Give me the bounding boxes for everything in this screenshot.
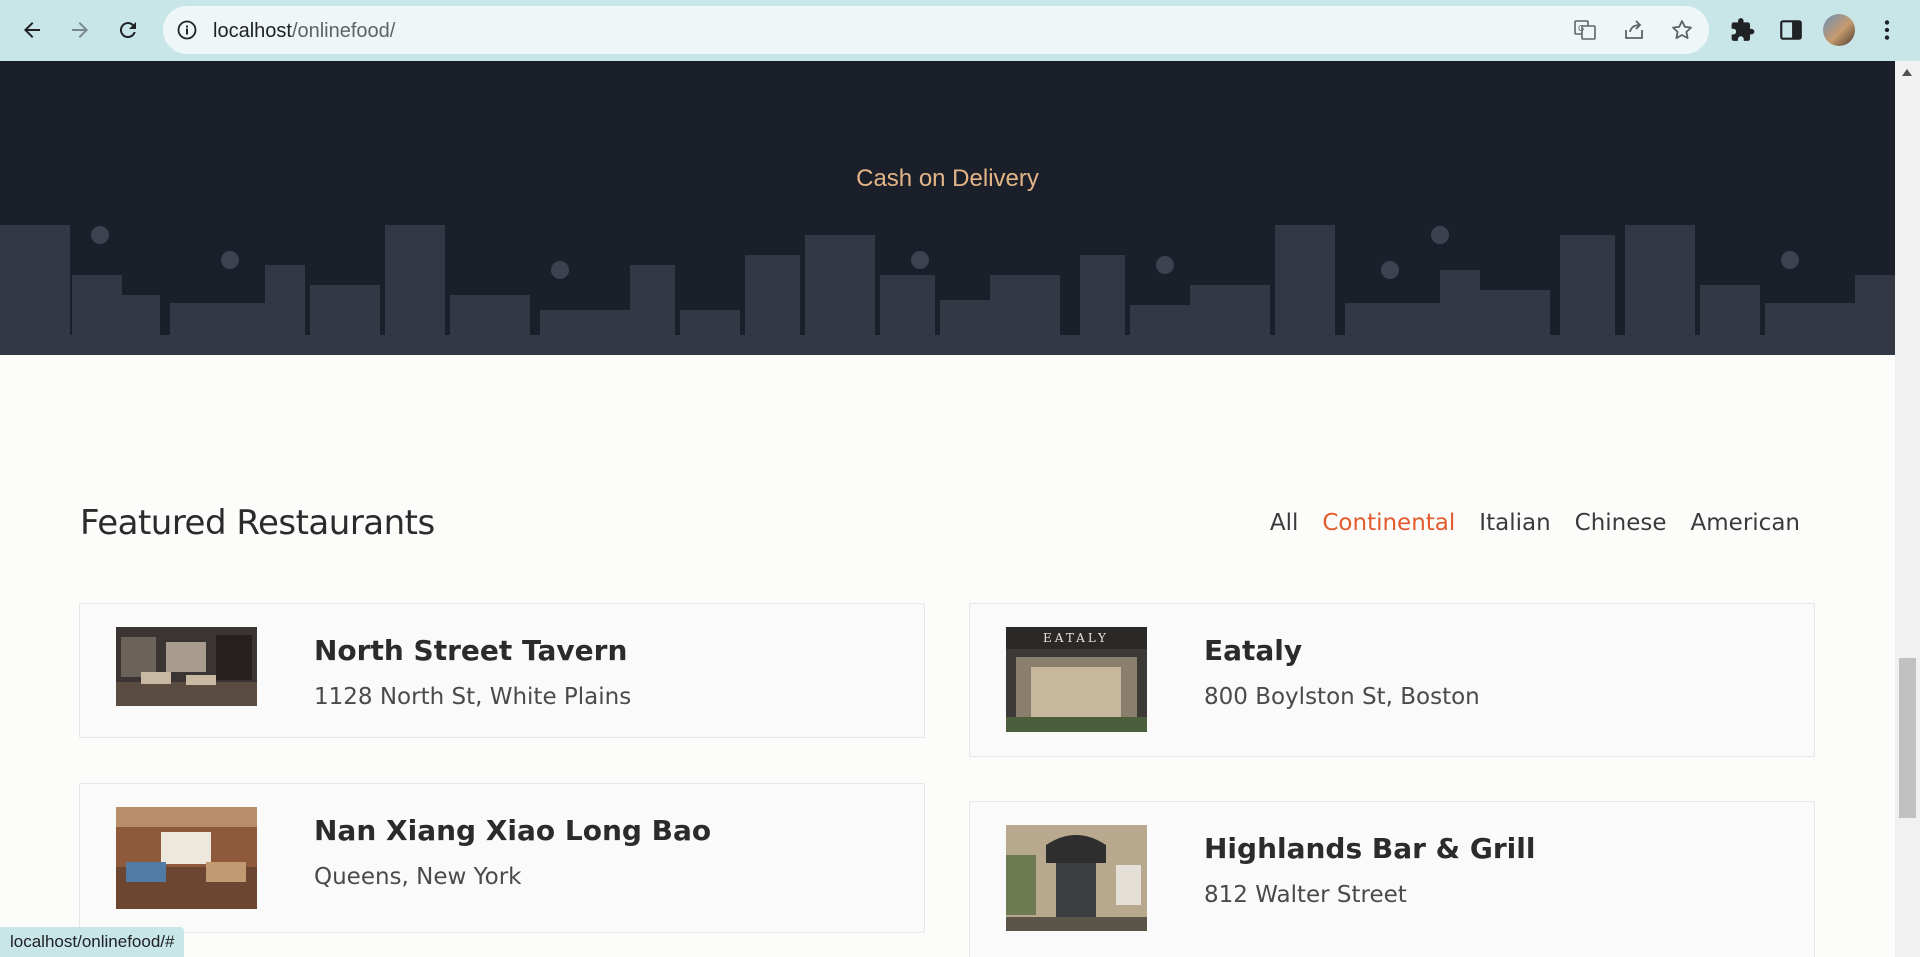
filter-chinese[interactable]: Chinese — [1575, 510, 1667, 536]
side-panel-icon[interactable] — [1778, 17, 1804, 43]
url-host: localhost — [213, 20, 292, 42]
page-viewport: Cash on Delivery Featured Restaurants Al… — [0, 61, 1895, 957]
back-button[interactable] — [14, 12, 50, 48]
vertical-scrollbar[interactable] — [1895, 61, 1920, 957]
storefront-awning-image — [1006, 825, 1147, 931]
restaurant-card[interactable]: EATALY Eataly 800 Boylston St, Boston — [969, 603, 1815, 757]
svg-text:G: G — [1578, 24, 1584, 33]
restaurant-name[interactable]: Eataly — [1204, 634, 1302, 667]
restaurant-name[interactable]: Nan Xiang Xiao Long Bao — [314, 814, 711, 847]
profile-avatar[interactable] — [1823, 14, 1855, 46]
reload-button[interactable] — [110, 12, 146, 48]
featured-restaurants-heading: Featured Restaurants — [80, 503, 435, 543]
eataly-storefront-image: EATALY — [1006, 627, 1147, 732]
restaurant-address: 1128 North St, White Plains — [314, 684, 632, 710]
address-bar[interactable]: localhost/onlinefood/ G — [163, 6, 1709, 54]
restaurant-interior-image — [116, 627, 257, 706]
forward-arrow-icon — [72, 22, 88, 38]
category-filters: All Continental Italian Chinese American — [1246, 510, 1800, 536]
scroll-up-arrow-icon[interactable] — [1902, 69, 1912, 76]
reload-icon — [119, 22, 136, 39]
payment-banner: Cash on Delivery — [0, 61, 1895, 355]
restaurant-address: Queens, New York — [314, 864, 522, 890]
restaurant-address: 800 Boylston St, Boston — [1204, 684, 1480, 710]
info-icon[interactable] — [177, 20, 197, 40]
dining-room-image — [116, 807, 257, 909]
back-arrow-icon — [24, 22, 40, 38]
forward-button[interactable] — [62, 12, 98, 48]
url-path: /onlinefood/ — [291, 20, 396, 42]
browser-toolbar: localhost/onlinefood/ G — [0, 0, 1920, 61]
more-menu-icon[interactable] — [1874, 17, 1900, 43]
filter-all[interactable]: All — [1270, 510, 1299, 536]
restaurant-address: 812 Walter Street — [1204, 882, 1407, 908]
restaurant-card[interactable]: Nan Xiang Xiao Long Bao Queens, New York — [79, 783, 925, 933]
eataly-sign-text: EATALY — [1043, 631, 1109, 645]
restaurant-card[interactable]: Highlands Bar & Grill 812 Walter Street — [969, 801, 1815, 957]
link-status-bubble: localhost/onlinefood/# — [0, 927, 185, 957]
url-text: localhost/onlinefood/ — [213, 20, 395, 43]
extensions-puzzle-icon[interactable] — [1730, 17, 1756, 43]
filter-american[interactable]: American — [1691, 510, 1800, 536]
bookmark-star-icon[interactable] — [1670, 18, 1694, 42]
filter-italian[interactable]: Italian — [1479, 510, 1550, 536]
share-icon[interactable] — [1622, 18, 1646, 42]
city-skyline-illustration — [0, 225, 1895, 355]
filter-continental[interactable]: Continental — [1322, 510, 1455, 536]
restaurant-name[interactable]: North Street Tavern — [314, 634, 627, 667]
banner-text: Cash on Delivery — [856, 165, 1039, 192]
translate-icon[interactable]: G — [1573, 18, 1597, 42]
restaurant-name[interactable]: Highlands Bar & Grill — [1204, 832, 1535, 865]
scrollbar-thumb[interactable] — [1899, 658, 1916, 818]
restaurant-card[interactable]: North Street Tavern 1128 North St, White… — [79, 603, 925, 738]
